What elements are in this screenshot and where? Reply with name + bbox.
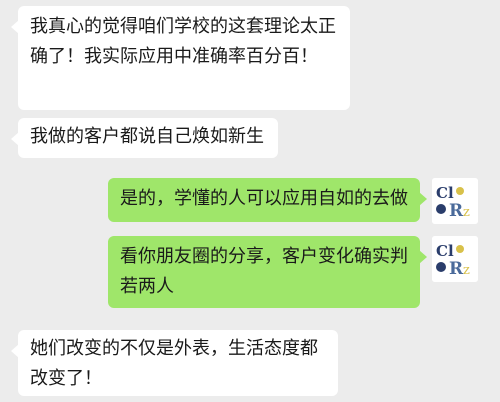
outgoing-message-bubble[interactable]: 是的，学懂的人可以应用自如的去做 — [108, 178, 427, 222]
message-text: 我做的客户都说自己焕如新生 — [30, 126, 264, 147]
svg-text:z: z — [463, 263, 470, 278]
incoming-message-bubble[interactable]: 她们改变的不仅是外表，生活态度都改变了！ — [11, 330, 338, 396]
message-text: 是的，学懂的人可以应用自如的去做 — [120, 188, 408, 209]
incoming-message-bubble[interactable]: 我真心的觉得咱们学校的这套理论太正确了！我实际应用中准确率百分百！ — [11, 6, 350, 110]
sender-avatar[interactable]: Cl R z — [432, 236, 478, 282]
svg-text:R: R — [449, 201, 464, 221]
message-text: 她们改变的不仅是外表，生活态度都改变了！ — [30, 338, 318, 389]
sender-avatar[interactable]: Cl R z — [432, 178, 478, 224]
chat-window: 我真心的觉得咱们学校的这套理论太正确了！我实际应用中准确率百分百！ 我做的客户都… — [0, 0, 500, 402]
colorz-logo-icon: Cl R z — [432, 236, 478, 282]
svg-text:Cl: Cl — [436, 184, 454, 202]
colorz-logo-icon: Cl R z — [432, 178, 478, 224]
incoming-message-bubble[interactable]: 我做的客户都说自己焕如新生 — [11, 118, 278, 158]
message-text: 我真心的觉得咱们学校的这套理论太正确了！我实际应用中准确率百分百！ — [30, 16, 336, 67]
svg-text:z: z — [463, 205, 470, 220]
message-text: 看你朋友圈的分享，客户变化确实判若两人 — [120, 246, 408, 297]
outgoing-message-bubble[interactable]: 看你朋友圈的分享，客户变化确实判若两人 — [108, 236, 427, 308]
svg-text:R: R — [449, 259, 464, 279]
svg-text:Cl: Cl — [436, 242, 454, 260]
